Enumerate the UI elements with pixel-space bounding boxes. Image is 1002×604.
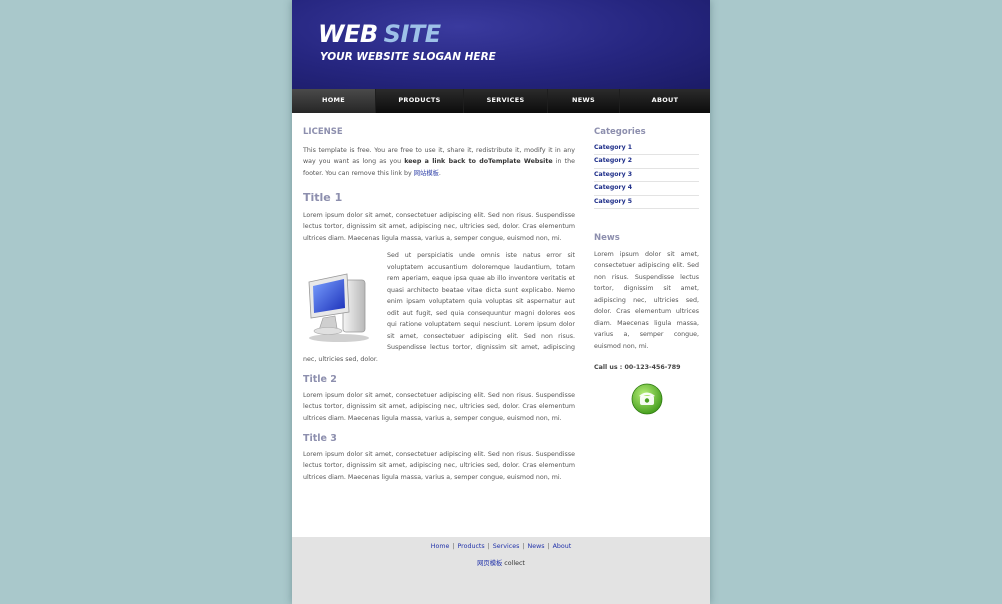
footer-separator: | — [522, 543, 525, 550]
site-slogan: YOUR WEBSITE SLOGAN HERE — [320, 51, 496, 63]
section1-media: Sed ut perspiciatis unde omnis iste natu… — [303, 250, 575, 365]
section-title-2: Title 2 — [303, 374, 337, 385]
section-title-3: Title 3 — [303, 433, 337, 444]
footer-link-services[interactable]: Services — [493, 543, 520, 550]
news-text: Lorem ipsum dolor sit amet, consectetuer… — [594, 250, 699, 350]
category-link-2[interactable]: Category 2 — [594, 155, 699, 169]
footer-separator: | — [487, 543, 490, 550]
footer-template-link[interactable]: 网页模板 — [477, 560, 502, 567]
computer-icon — [308, 273, 369, 342]
footer-separator: | — [547, 543, 550, 550]
main-content: LICENSE This template is free. You are f… — [303, 127, 575, 483]
footer-link-news[interactable]: News — [527, 543, 544, 550]
logo-word-web: WEB — [318, 20, 378, 48]
category-link-1[interactable]: Category 1 — [594, 142, 699, 155]
section-title-1: Title 1 — [303, 191, 343, 204]
section1-paragraph: Lorem ipsum dolor sit amet, consectetuer… — [303, 211, 575, 242]
call-us-text: Call us : 00-123-456-789 — [594, 364, 681, 371]
template-link[interactable]: 网站模板 — [414, 170, 439, 177]
footer-link-home[interactable]: Home — [431, 543, 450, 550]
category-link-3[interactable]: Category 3 — [594, 169, 699, 182]
category-link-4[interactable]: Category 4 — [594, 182, 699, 196]
license-text: This template is free. You are free to u… — [303, 146, 575, 177]
page-container: WEB SITE YOUR WEBSITE SLOGAN HERE HOME PR… — [292, 0, 710, 604]
footer-link-about[interactable]: About — [553, 543, 572, 550]
site-logo[interactable]: WEB SITE — [318, 20, 441, 48]
footer-collect: 网页模板 collect — [477, 560, 525, 567]
main-nav: HOME PRODUCTS SERVICES NEWS ABOUT — [292, 89, 710, 113]
phone-icon — [631, 383, 663, 414]
section2-paragraph: Lorem ipsum dolor sit amet, consectetuer… — [303, 391, 575, 422]
news-title: News — [594, 233, 620, 243]
categories-title: Categories — [594, 127, 646, 137]
license-bold-text: keep a link back to doTemplate Website — [404, 158, 553, 165]
section3-paragraph: Lorem ipsum dolor sit amet, consectetuer… — [303, 450, 575, 481]
sidebar: Categories Category 1 Category 2 Categor… — [594, 127, 699, 420]
category-link-5[interactable]: Category 5 — [594, 196, 699, 209]
nav-item-home[interactable]: HOME — [292, 89, 376, 113]
footer-separator: | — [452, 543, 455, 550]
nav-item-about[interactable]: ABOUT — [620, 89, 710, 113]
nav-item-services[interactable]: SERVICES — [464, 89, 548, 113]
site-footer: Home | Products | Services | News | About 网页模板 c… — [292, 537, 710, 604]
nav-item-products[interactable]: PRODUCTS — [376, 89, 464, 113]
footer-links: Home | Products | Services | News | About — [292, 543, 710, 550]
logo-word-site: SITE — [383, 20, 441, 48]
site-header: WEB SITE YOUR WEBSITE SLOGAN HERE — [292, 0, 710, 89]
footer-link-products[interactable]: Products — [457, 543, 484, 550]
nav-item-news[interactable]: NEWS — [548, 89, 620, 113]
license-title: LICENSE — [303, 127, 343, 137]
